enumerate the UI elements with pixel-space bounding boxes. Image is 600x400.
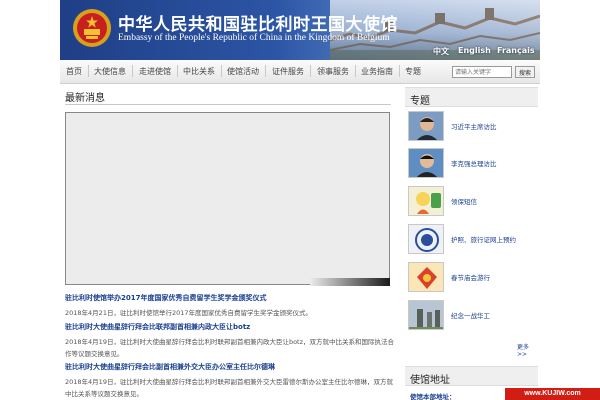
nav-divider — [132, 65, 133, 77]
topic-label[interactable]: 春节庙会游行 — [451, 272, 490, 282]
nav-guide[interactable]: 业务指南 — [361, 66, 393, 77]
nav-divider — [310, 65, 311, 77]
topic-item[interactable]: 纪念一战华工 — [408, 300, 538, 330]
language-switcher: 中文 English Français — [60, 44, 540, 60]
news-title-link[interactable]: 驻比利时使馆举办2017年度国家优秀自费留学生奖学金颁奖仪式 — [65, 293, 395, 303]
nav-ambassador[interactable]: 大使信息 — [94, 66, 126, 77]
nav-home[interactable]: 首页 — [66, 66, 82, 77]
topic-label[interactable]: 领保短信 — [451, 196, 477, 206]
search-input[interactable] — [452, 66, 512, 78]
topic-item[interactable]: 李克强总理访比 — [408, 148, 538, 178]
seal-thumb-icon — [408, 224, 444, 254]
watermark: www.KUJIW.com — [505, 388, 600, 400]
main-nav: 首页 大使信息 走进使馆 中比关系 使馆活动 证件服务 领事服务 业务指南 专题… — [60, 60, 540, 84]
nav-divider — [88, 65, 89, 77]
nav-relations[interactable]: 中比关系 — [183, 66, 215, 77]
topic-item[interactable]: 春节庙会游行 — [408, 262, 538, 292]
news-summary: 2018年4月19日，驻比利时大使曲星辞行拜会比利时联邦副首相兼外交大臣雷德尔斯… — [65, 378, 393, 398]
lang-french-link[interactable]: Français — [497, 46, 535, 55]
cartoon-thumb-icon — [408, 186, 444, 216]
news-title-link[interactable]: 驻比利时大使曲星辞行拜会比联邦副首相兼内政大臣让botz — [65, 322, 395, 332]
news-slideshow[interactable] — [65, 112, 390, 285]
address-label: 使馆本部地址： — [410, 393, 456, 400]
page: 中华人民共和国驻比利时王国大使馆 Embassy of the People's… — [60, 0, 540, 400]
portrait-thumb-icon — [408, 111, 444, 141]
topic-label[interactable]: 习近平主席访比 — [451, 121, 497, 131]
topic-label[interactable]: 纪念一战华工 — [451, 310, 490, 320]
portrait-thumb-icon — [408, 148, 444, 178]
topic-label[interactable]: 护照、旅行证网上预约 — [451, 234, 516, 244]
topics-heading: 专题 — [410, 96, 430, 107]
monument-thumb-icon — [408, 300, 444, 330]
topics-header: 专题 — [405, 87, 538, 107]
nav-divider — [355, 65, 356, 77]
address-heading: 使馆地址 — [410, 375, 450, 386]
nav-about-embassy[interactable]: 走进使馆 — [139, 66, 171, 77]
topic-item[interactable]: 领保短信 — [408, 186, 538, 216]
nav-divider — [399, 65, 400, 77]
topic-label[interactable]: 李克强总理访比 — [451, 158, 497, 168]
embassy-title-chinese: 中华人民共和国驻比利时王国大使馆 — [118, 15, 398, 35]
national-emblem-icon — [72, 8, 112, 48]
header-banner: 中华人民共和国驻比利时王国大使馆 Embassy of the People's… — [60, 0, 540, 60]
search-button[interactable]: 搜索 — [515, 66, 535, 78]
more-topics-link[interactable]: 更多>> — [517, 342, 538, 358]
latest-news-heading: 最新消息 — [65, 93, 105, 104]
nav-activities[interactable]: 使馆活动 — [227, 66, 259, 77]
topic-item[interactable]: 护照、旅行证网上预约 — [408, 224, 538, 254]
nav-divider — [265, 65, 266, 77]
news-summary: 2018年4月19日，驻比利时大使曲星辞行拜会比利时联邦副首相兼内政大臣让bot… — [65, 338, 395, 358]
nav-divider — [221, 65, 222, 77]
slideshow-caption-bar — [310, 278, 390, 286]
topic-item[interactable]: 习近平主席访比 — [408, 111, 538, 141]
lang-english-link[interactable]: English — [458, 46, 491, 55]
embassy-title-english: Embassy of the People's Republic of Chin… — [118, 33, 390, 43]
nav-documents[interactable]: 证件服务 — [272, 66, 304, 77]
news-item: 驻比利时大使曲星辞行拜会比副首相兼外交大臣办公室主任比尔德琳 2018年4月19… — [65, 362, 395, 400]
sidebar: 专题 习近平主席访比 李克强总理访比 领保短信 护照、旅行证网上预约 春节庙会游… — [405, 85, 538, 400]
lang-chinese-link[interactable]: 中文 — [433, 46, 449, 57]
news-title-link[interactable]: 驻比利时大使曲星辞行拜会比副首相兼外交大臣办公室主任比尔德琳 — [65, 362, 395, 372]
nav-divider — [177, 65, 178, 77]
divider — [65, 104, 391, 105]
news-item: 驻比利时使馆举办2017年度国家优秀自费留学生奖学金颁奖仪式 2018年4月21… — [65, 293, 395, 319]
news-item: 驻比利时大使曲星辞行拜会比联邦副首相兼内政大臣让botz 2018年4月19日，… — [65, 322, 395, 360]
address-header: 使馆地址 — [405, 366, 538, 386]
news-summary: 2018年4月21日，驻比利时使馆举行2017年度国家优秀自费留学生奖学金颁奖仪… — [65, 309, 312, 317]
festival-thumb-icon — [408, 262, 444, 292]
nav-topics[interactable]: 专题 — [405, 66, 421, 77]
nav-consular[interactable]: 领事服务 — [317, 66, 349, 77]
